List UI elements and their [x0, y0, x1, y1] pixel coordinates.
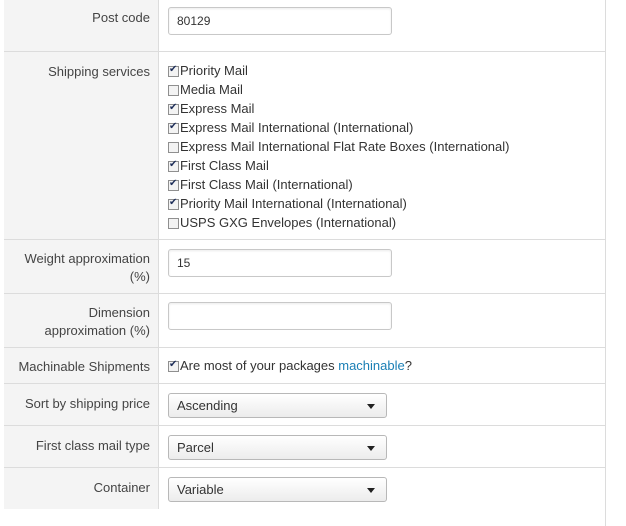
- machinable-label-text: Machinable Shipments: [18, 359, 150, 374]
- postcode-value-cell: [168, 7, 392, 35]
- service-label: Express Mail International (Internationa…: [180, 120, 414, 135]
- machinable-row: Machinable Shipments Are most of your pa…: [4, 348, 605, 384]
- postcode-input[interactable]: [168, 7, 392, 35]
- service-label: Media Mail: [180, 82, 243, 97]
- chevron-down-icon: [367, 404, 375, 409]
- machinable-option[interactable]: Are most of your packages machinable?: [168, 356, 412, 375]
- dimension-approx-label-line2: approximation (%): [44, 323, 151, 338]
- machinable-question-mark: ?: [404, 358, 412, 373]
- service-checkbox[interactable]: [168, 64, 179, 77]
- form-right-border: [605, 0, 606, 526]
- shipping-services-row: Shipping services Priority Mail Media Ma…: [4, 52, 605, 240]
- first-class-type-value-cell: Parcel: [168, 435, 387, 460]
- weight-approx-value-cell: [168, 249, 392, 277]
- dimension-approx-row: Dimension approximation (%): [4, 294, 605, 348]
- service-item-first-class-mail[interactable]: First Class Mail: [168, 156, 269, 175]
- service-label: Priority Mail International (Internation…: [180, 196, 407, 211]
- sort-price-selected: Ascending: [177, 398, 238, 413]
- first-class-type-selected: Parcel: [177, 440, 214, 455]
- service-checkbox[interactable]: [168, 102, 179, 115]
- machinable-text: Are most of your packages machinable?: [180, 358, 412, 373]
- postcode-label-text: Post code: [92, 10, 150, 25]
- service-item-usps-gxg-envelopes[interactable]: USPS GXG Envelopes (International): [168, 213, 396, 232]
- service-checkbox[interactable]: [168, 218, 179, 229]
- sort-price-value-cell: Ascending: [168, 393, 387, 418]
- service-checkbox[interactable]: [168, 85, 179, 96]
- service-item-priority-mail-international[interactable]: Priority Mail International (Internation…: [168, 194, 407, 213]
- dimension-approx-value-cell: [168, 302, 392, 330]
- postcode-row: Post code: [4, 0, 605, 52]
- chevron-down-icon: [367, 488, 375, 493]
- service-checkbox[interactable]: [168, 178, 179, 191]
- container-selected: Variable: [177, 482, 224, 497]
- machinable-link[interactable]: machinable: [338, 358, 405, 373]
- sort-price-label: Sort by shipping price: [4, 384, 159, 425]
- first-class-type-row: First class mail type Parcel: [4, 426, 605, 468]
- first-class-type-label: First class mail type: [4, 426, 159, 467]
- machinable-question: Are most of your packages: [180, 358, 339, 373]
- service-item-first-class-mail-international[interactable]: First Class Mail (International): [168, 175, 353, 194]
- service-checkbox[interactable]: [168, 197, 179, 210]
- weight-approx-label-line2: (%): [129, 269, 150, 284]
- first-class-type-select[interactable]: Parcel: [168, 435, 387, 460]
- service-item-express-mail[interactable]: Express Mail: [168, 99, 254, 118]
- sort-price-select[interactable]: Ascending: [168, 393, 387, 418]
- service-label: Express Mail International Flat Rate Box…: [180, 139, 510, 154]
- shipping-services-label-text: Shipping services: [48, 64, 150, 79]
- container-label: Container: [4, 468, 159, 509]
- shipping-services-label: Shipping services: [4, 52, 159, 239]
- machinable-label: Machinable Shipments: [4, 348, 159, 383]
- service-item-media-mail[interactable]: Media Mail: [168, 80, 243, 99]
- container-select[interactable]: Variable: [168, 477, 387, 502]
- container-value-cell: Variable: [168, 477, 387, 502]
- sort-price-label-text: Sort by shipping price: [24, 396, 150, 411]
- service-label: First Class Mail (International): [180, 177, 353, 192]
- container-label-text: Container: [93, 480, 150, 495]
- weight-approx-input[interactable]: [168, 249, 392, 277]
- service-checkbox[interactable]: [168, 159, 179, 172]
- service-label: First Class Mail: [180, 158, 269, 173]
- service-checkbox[interactable]: [168, 121, 179, 134]
- dimension-approx-input[interactable]: [168, 302, 392, 330]
- weight-approx-row: Weight approximation (%): [4, 240, 605, 294]
- postcode-label: Post code: [4, 0, 159, 51]
- service-checkbox[interactable]: [168, 142, 179, 153]
- service-item-express-mail-international[interactable]: Express Mail International (Internationa…: [168, 118, 413, 137]
- dimension-approx-label: Dimension approximation (%): [4, 294, 159, 347]
- service-item-priority-mail[interactable]: Priority Mail: [168, 61, 248, 80]
- first-class-type-label-text: First class mail type: [35, 438, 150, 453]
- service-item-express-mail-intl-flat-rate[interactable]: Express Mail International Flat Rate Box…: [168, 137, 510, 156]
- dimension-approx-label-line1: Dimension: [88, 305, 150, 320]
- service-label: Priority Mail: [180, 63, 248, 78]
- chevron-down-icon: [367, 446, 375, 451]
- shipping-settings-form: Post code Shipping services Priority Mai…: [0, 0, 626, 526]
- container-row: Container Variable: [4, 468, 605, 509]
- service-label: USPS GXG Envelopes (International): [180, 215, 397, 230]
- machinable-checkbox[interactable]: [168, 359, 179, 372]
- service-label: Express Mail: [180, 101, 255, 116]
- weight-approx-label: Weight approximation (%): [4, 240, 159, 293]
- weight-approx-label-line1: Weight approximation: [24, 251, 151, 266]
- sort-price-row: Sort by shipping price Ascending: [4, 384, 605, 426]
